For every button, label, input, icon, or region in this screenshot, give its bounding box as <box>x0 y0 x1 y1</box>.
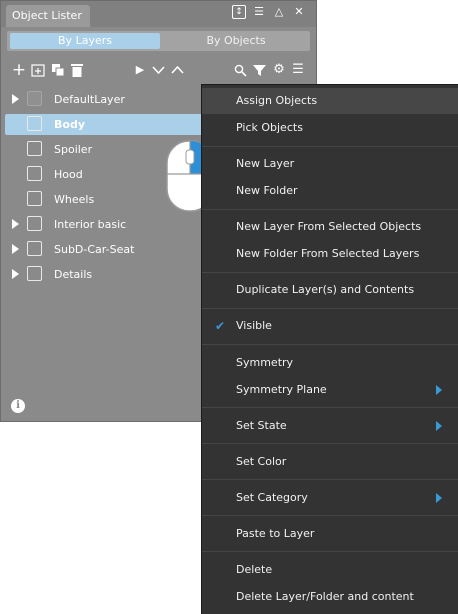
menu-separator <box>202 308 458 309</box>
layer-label: Wheels <box>54 193 95 206</box>
menu-item-label: Pick Objects <box>236 121 303 134</box>
filter-icon[interactable] <box>252 59 266 81</box>
play-icon[interactable]: ▶ <box>133 59 147 81</box>
title-bar: Object Lister ↕ ☰ △ ✕ <box>1 1 316 27</box>
submenu-arrow-icon <box>436 421 442 431</box>
layer-checkbox[interactable] <box>27 216 42 231</box>
menu-separator <box>202 146 458 147</box>
hamburger-icon[interactable]: ☰ <box>252 5 266 19</box>
menu-separator <box>202 272 458 273</box>
search-icon[interactable] <box>233 59 247 81</box>
delete-icon[interactable] <box>69 59 85 81</box>
menu-item-set-category[interactable]: Set Category <box>202 485 458 511</box>
expand-arrow-icon[interactable] <box>12 219 19 229</box>
layer-label: DefaultLayer <box>54 93 125 106</box>
tab-by-layers[interactable]: By Layers <box>10 33 160 49</box>
menu-separator <box>202 407 458 408</box>
menu-item-label: Delete Layer/Folder and content <box>236 590 414 603</box>
menu-item-label: Duplicate Layer(s) and Contents <box>236 283 415 296</box>
menu-item-set-color[interactable]: Set Color <box>202 449 458 475</box>
menu-item-paste-to-layer[interactable]: Paste to Layer <box>202 521 458 547</box>
layer-label: Spoiler <box>54 143 93 156</box>
menu-item-label: Paste to Layer <box>236 527 315 540</box>
info-icon[interactable]: i <box>11 399 25 413</box>
menu-item-label: Set State <box>236 419 287 432</box>
menu-item-new-layer-from-selected[interactable]: New Layer From Selected Objects <box>202 214 458 240</box>
submenu-arrow-icon <box>436 385 442 395</box>
expand-arrow-icon[interactable] <box>12 244 19 254</box>
menu-item-visible[interactable]: ✔ Visible <box>202 313 458 339</box>
menu-item-label: Symmetry Plane <box>236 383 327 396</box>
close-icon[interactable]: ✕ <box>292 5 306 19</box>
menu-item-label: Visible <box>236 319 272 332</box>
menu-item-delete[interactable]: Delete <box>202 557 458 583</box>
menu-item-label: New Folder From Selected Layers <box>236 247 420 260</box>
menu-item-label: New Layer From Selected Objects <box>236 220 422 233</box>
menu-item-label: Symmetry <box>236 356 294 369</box>
window-title[interactable]: Object Lister <box>6 5 90 27</box>
checkmark-icon: ✔ <box>215 319 226 333</box>
context-menu: Assign Objects Pick Objects New Layer Ne… <box>201 84 458 614</box>
menu-item-duplicate-layers[interactable]: Duplicate Layer(s) and Contents <box>202 277 458 303</box>
window-controls: ↕ ☰ △ ✕ <box>232 5 306 19</box>
collapse-icon[interactable]: △ <box>272 5 286 19</box>
chevron-up-icon[interactable] <box>170 59 184 81</box>
chevron-down-icon[interactable] <box>151 59 165 81</box>
layer-label: Details <box>54 268 93 281</box>
menu-item-label: Set Color <box>236 455 287 468</box>
menu-item-new-folder[interactable]: New Folder <box>202 178 458 204</box>
gear-icon[interactable]: ⚙ <box>272 59 286 81</box>
menu-item-new-layer[interactable]: New Layer <box>202 151 458 177</box>
menu-item-label: New Folder <box>236 184 298 197</box>
menu-separator <box>202 209 458 210</box>
submenu-arrow-icon <box>436 493 442 503</box>
duplicate-icon[interactable] <box>50 59 66 81</box>
menu-item-new-folder-from-selected[interactable]: New Folder From Selected Layers <box>202 241 458 267</box>
add-icon[interactable]: + <box>11 59 27 81</box>
layer-checkbox[interactable] <box>27 191 42 206</box>
menu-item-label: Assign Objects <box>236 94 318 107</box>
layer-label: SubD-Car-Seat <box>54 243 135 256</box>
layer-checkbox[interactable] <box>27 141 42 156</box>
menu-icon[interactable]: ☰ <box>291 59 305 81</box>
menu-item-assign-objects[interactable]: Assign Objects <box>202 88 458 114</box>
new-folder-icon[interactable] <box>30 59 46 81</box>
layer-checkbox[interactable] <box>27 241 42 256</box>
menu-item-delete-layer-folder-content[interactable]: Delete Layer/Folder and content <box>202 584 458 610</box>
menu-item-label: Set Category <box>236 491 308 504</box>
layer-label: Hood <box>54 168 83 181</box>
menu-item-pick-objects[interactable]: Pick Objects <box>202 115 458 141</box>
layer-checkbox[interactable] <box>27 116 42 131</box>
layer-checkbox[interactable] <box>27 91 42 106</box>
menu-separator <box>202 551 458 552</box>
menu-item-label: Delete <box>236 563 273 576</box>
tab-by-objects[interactable]: By Objects <box>162 31 310 51</box>
menu-item-symmetry[interactable]: Symmetry <box>202 350 458 376</box>
menu-separator <box>202 344 458 345</box>
menu-item-set-state[interactable]: Set State <box>202 413 458 439</box>
resize-icon[interactable]: ↕ <box>232 5 246 19</box>
expand-arrow-icon[interactable] <box>12 94 19 104</box>
layer-label: Body <box>54 118 85 131</box>
layer-checkbox[interactable] <box>27 166 42 181</box>
view-tabs: By Layers By Objects <box>7 31 310 51</box>
menu-separator <box>202 479 458 480</box>
expand-arrow-icon[interactable] <box>12 269 19 279</box>
toolbar: + ▶ ⚙ ☰ <box>1 59 316 81</box>
menu-separator <box>202 515 458 516</box>
menu-item-symmetry-plane[interactable]: Symmetry Plane <box>202 377 458 403</box>
layer-checkbox[interactable] <box>27 266 42 281</box>
layer-label: Interior basic <box>54 218 127 231</box>
menu-separator <box>202 443 458 444</box>
menu-item-label: New Layer <box>236 157 295 170</box>
